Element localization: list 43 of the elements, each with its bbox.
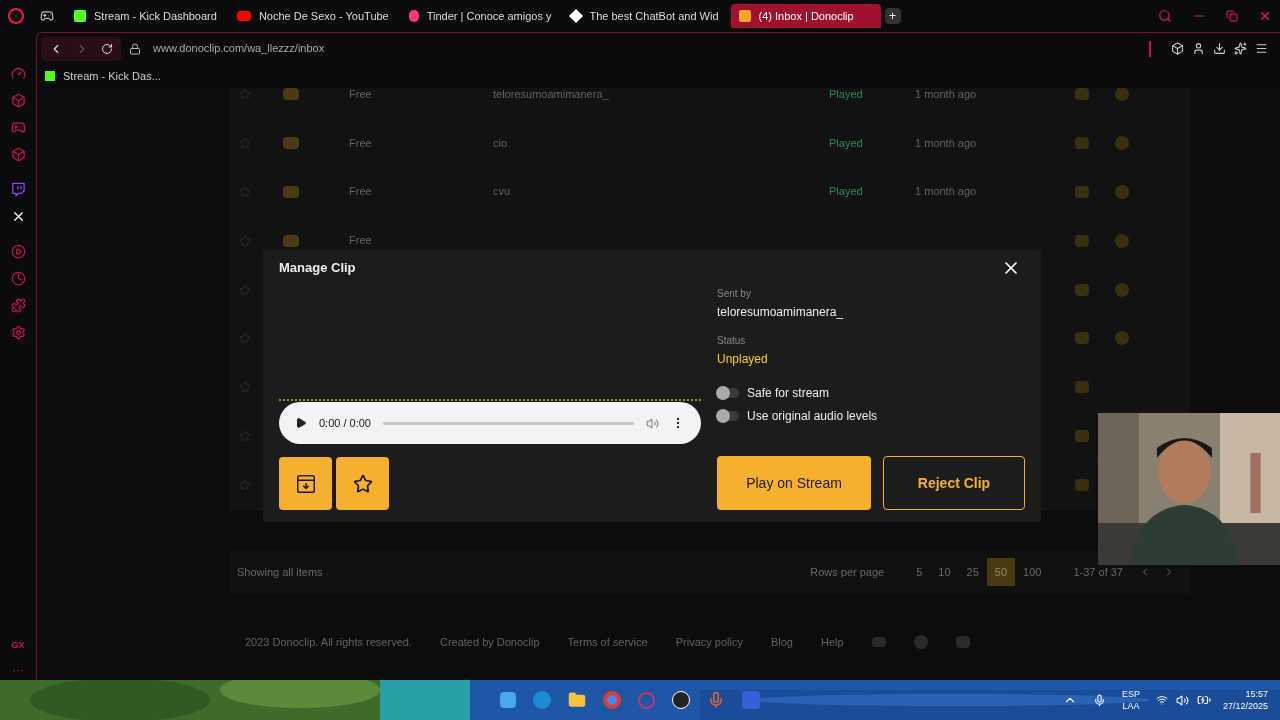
address-field[interactable]: www.donoclip.com/wa_llezzz/inbox — [153, 40, 325, 57]
status-label: Played — [829, 185, 863, 198]
field-label: Sent by — [717, 287, 752, 301]
time-label: 0:00 / 0:00 — [319, 415, 371, 431]
browser-tab[interactable]: (4) Inbox | Donoclip — [730, 4, 881, 28]
reject-clip-button[interactable]: Reject Clip — [883, 456, 1025, 510]
language-label[interactable]: ESP — [1121, 688, 1140, 700]
status-value: Unplayed — [717, 351, 769, 368]
play-on-stream-button[interactable]: Play on Stream — [717, 456, 871, 510]
sender-name: cvu — [493, 185, 511, 198]
page-size-option[interactable]: 10 — [930, 557, 959, 587]
tier-label: Free — [349, 88, 372, 100]
audio-player[interactable]: 0:00 / 0:00 — [279, 402, 701, 444]
tier-label: Free — [349, 234, 372, 247]
status-label: Played — [829, 136, 863, 149]
new-tab-button[interactable]: + — [884, 8, 901, 24]
rows-per-page-label: Rows per page — [810, 564, 885, 580]
page-size-option[interactable]: 5 — [908, 557, 931, 587]
clock-time[interactable]: 15:57 — [1245, 688, 1268, 700]
toggle-label: Safe for stream — [747, 385, 830, 402]
page-size-option[interactable]: 25 — [958, 557, 987, 587]
sender-name: teloresumoamimanera_ — [493, 88, 609, 100]
tier-label: Free — [349, 185, 372, 198]
sender-name: cio — [493, 136, 508, 149]
showing-label: Showing all items — [237, 564, 323, 580]
sender-name: teloresumoamimanera_ — [717, 304, 845, 321]
time-label: 1 month ago — [915, 185, 977, 198]
toggle-label: Use original audio levels — [747, 408, 878, 425]
time-label: 1 month ago — [915, 88, 977, 100]
tier-label: Free — [349, 136, 372, 149]
dialog-title: Manage Clip — [279, 259, 356, 278]
browser-tab[interactable]: Tinder | Conoce amigos y — [400, 4, 560, 28]
clock-date[interactable]: 27/12/2025 — [1222, 700, 1268, 712]
page-size-option[interactable]: 100 — [1015, 557, 1050, 587]
browser-tab[interactable]: Noche De Sexo - YouTube — [228, 4, 397, 28]
bookmark[interactable]: Stream - Kick Das... — [45, 67, 161, 85]
range-label: 1-37 of 37 — [1073, 564, 1123, 580]
field-label: Status — [717, 334, 747, 348]
browser-tab[interactable]: The best ChatBot and Wid — [563, 4, 727, 28]
time-label: 1 month ago — [915, 136, 977, 149]
region-label[interactable]: LAA — [1122, 700, 1140, 712]
status-label: Played — [829, 88, 863, 100]
browser-tab[interactable]: Stream - Kick Dashboard — [66, 4, 225, 28]
